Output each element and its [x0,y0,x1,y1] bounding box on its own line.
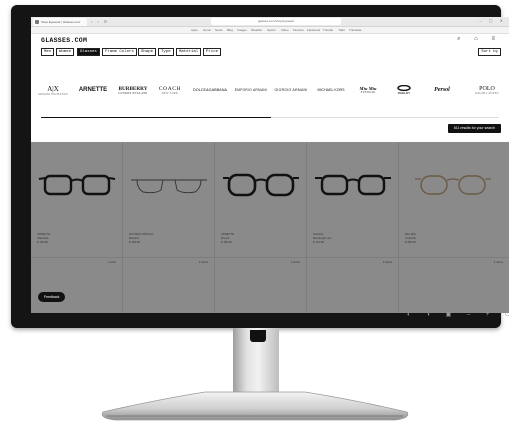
bookmark-item[interactable]: Translate [349,28,361,32]
product-price: $ 105.00 [37,240,48,244]
brand-logo-burberry[interactable]: BURBERRY LONDON ENGLAND [115,73,151,107]
bookmark-item[interactable]: Sports [267,28,276,32]
brand-logo-michael-kors[interactable]: MICHAEL KORS [311,73,351,107]
product-card[interactable]: 2 colors [215,257,307,313]
filter-chip-men[interactable]: Men [41,48,55,56]
brand-logo-armani-exchange[interactable]: A|X ARMANI EXCHANGE [35,73,71,107]
product-card[interactable]: 2 colors [399,257,509,313]
bookmark-item[interactable]: Images [237,28,247,32]
color-count-tag: 2 colors [198,261,208,264]
product-meta: ARNETTE Round $ 180.00 [221,232,234,244]
glasses-icon [131,179,207,194]
window-controls[interactable]: – ▢ ✕ [479,18,506,23]
address-bar[interactable]: glasses.com/shop/eyewear [211,18,341,25]
product-price: $ 365.00 [405,240,416,244]
product-meta: COACH Rectangle Line $ 176.00 [313,232,332,244]
brand-logo-dolce-gabbana[interactable]: DOLCE&GABBANA [189,73,231,107]
product-card[interactable]: ARNETTE Standard $ 105.00 [31,142,123,257]
bookmark-item[interactable]: Blog [227,28,233,32]
color-count-tag: 2 colors [290,261,300,264]
product-card[interactable]: COACH Rectangle Line $ 176.00 [307,142,399,257]
results-count-badge: 611 results for your search [447,124,501,133]
color-count-tag: 3 colors [382,261,392,264]
filter-chip-shape[interactable]: Shape [138,48,157,56]
bookmark-item[interactable]: Tutorial [323,28,333,32]
browser-nav-buttons[interactable]: ‹ › ⟳ [91,19,109,24]
product-price: $ 176.00 [313,240,324,244]
bookmark-item[interactable]: Apps [191,28,198,32]
monitor-stand-base [101,391,409,421]
product-card[interactable]: 2 colors [123,257,215,313]
filter-chip-type[interactable]: Type [158,48,174,56]
header-icons[interactable]: ⌕ ⌂ ≡ [457,36,501,43]
bookmark-item[interactable]: Facebook [307,28,320,32]
tab-title: Shop Eyewear | Glasses.com [41,20,81,24]
bookmark-item[interactable]: Home [203,28,211,32]
glasses-icon [38,174,116,196]
monitor-stand-slot [250,330,266,342]
filter-chip-women[interactable]: Women [56,48,75,56]
brand-logo-arnette[interactable]: ARNETTE [73,73,113,107]
brand-logo-oakley[interactable]: OAKLEY [387,73,421,107]
browser-tab[interactable]: Shop Eyewear | Glasses.com [33,18,87,26]
carousel-scroll-thumb[interactable] [41,117,271,119]
product-card[interactable]: ARNETTE Round $ 180.00 [215,142,307,257]
product-card[interactable]: MIU MIU Oval Mix $ 365.00 [399,142,509,257]
product-meta: RAY-BAN OPTICAL Rimless $ 150.00 [129,232,154,244]
monitor-bezel: Shop Eyewear | Glasses.com ‹ › ⟳ glasses… [11,5,509,328]
filter-chip-material[interactable]: Material [176,48,202,56]
product-meta: MIU MIU Oval Mix $ 365.00 [405,232,416,244]
product-meta: ARNETTE Standard $ 105.00 [37,232,50,244]
brand-carousel: A|X ARMANI EXCHANGE ARNETTE BURBERRY LONDO… [31,73,509,107]
brand-logo-polo[interactable]: POLO RALPH LAUREN [465,73,509,107]
color-count-tag: 1 color [108,261,116,264]
product-price: $ 180.00 [221,240,232,244]
bookmark-item[interactable]: Finance [293,28,304,32]
color-count-tag: 2 colors [493,261,503,264]
site-header: GLASSES.COM ⌕ ⌂ ≡ Men Women Glasses Fram… [31,34,509,60]
product-card[interactable]: RAY-BAN OPTICAL Rimless $ 150.00 [123,142,215,257]
product-card[interactable]: 1 color [31,257,123,313]
filter-chip-glasses[interactable]: Glasses [77,48,100,56]
bookmark-item[interactable]: Weather [251,28,262,32]
browser-titlebar: Shop Eyewear | Glasses.com ‹ › ⟳ glasses… [31,17,509,27]
bookmarks-bar: Apps Home News Blog Images Weather Sport… [31,27,509,34]
favicon-icon [35,20,39,24]
brand-logo-coach[interactable]: COACH NEW YORK [153,73,187,107]
monitor-screen: Shop Eyewear | Glasses.com ‹ › ⟳ glasses… [31,17,509,313]
brand-logo-persol[interactable]: Persol [423,73,461,107]
brand-logo-giorgio-armani[interactable]: GIORGIO ARMANI [271,73,311,107]
product-price: $ 150.00 [129,240,140,244]
brand-logo-miu-miu[interactable]: Miu Miu EYEWEAR [351,73,385,107]
glasses-icon [315,174,391,196]
sort-button[interactable]: Sort by [478,48,501,56]
feedback-button[interactable]: Feedback [38,292,66,302]
glasses-icon [415,175,491,195]
site-logo[interactable]: GLASSES.COM [41,37,87,44]
oakley-ellipse-icon [397,84,411,92]
filter-chip-price[interactable]: Price [203,48,222,56]
monitor-control-buttons[interactable]: ◐ ◑ ▣ – + ⏻ [407,311,509,319]
bookmark-item[interactable]: News [215,28,223,32]
filter-chip-frame-colors[interactable]: Frame Colors [102,48,137,56]
brand-logo-emporio-armani[interactable]: EMPORIO ARMANI [231,73,271,107]
glasses-icon [223,173,299,197]
product-card[interactable]: 3 colors [307,257,399,313]
bookmark-item[interactable]: Video [281,28,289,32]
bookmark-item[interactable]: Mail [339,28,345,32]
